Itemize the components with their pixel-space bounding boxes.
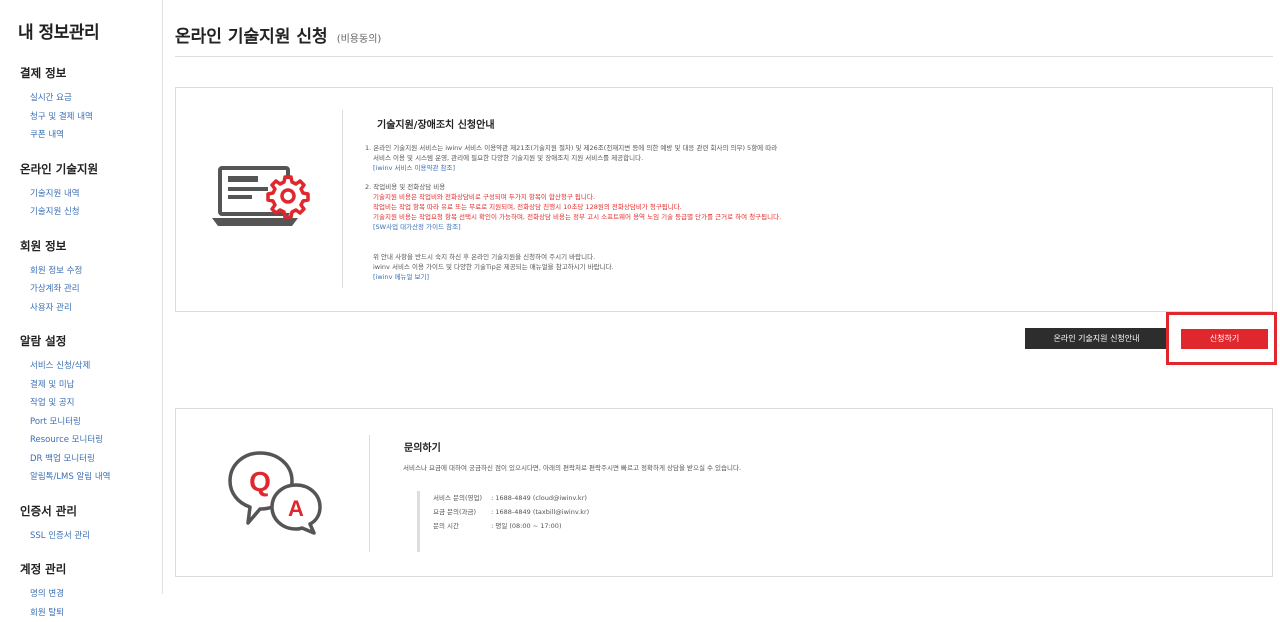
contact-description: 서비스나 요금에 대하여 궁금하신 점이 있으시다면, 아래의 편락처로 편락주… xyxy=(403,463,741,473)
sidebar-item-edit-member[interactable]: 회원 정보 수정 xyxy=(30,262,162,281)
sidebar-title: 내 정보관리 xyxy=(18,18,162,43)
info-text-line: iwinv 서비스 이용 가이드 및 다양한 기술Tip은 제공되는 매뉴얼을 … xyxy=(373,262,614,272)
contact-row: 문의 시간 : 평일 (08:00 ~ 17:00) xyxy=(433,519,717,533)
sidebar-item-service-alarm[interactable]: 서비스 신청/삭제 xyxy=(30,357,162,376)
apply-button[interactable]: 신청하기 xyxy=(1181,329,1268,349)
info-text-line: 서비스 이용 및 시스템 운영, 관리에 필요한 다양한 기술지원 및 장애조치… xyxy=(365,153,777,163)
sidebar-item-change-owner[interactable]: 명의 변경 xyxy=(30,585,162,604)
sidebar-item-virtual-account[interactable]: 가상계좌 관리 xyxy=(30,280,162,299)
info-paragraph-2: 2. 작업비용 및 전화상담 비용 기술지원 비용은 작업비와 전화상담비로 구… xyxy=(365,182,781,232)
sidebar-item-realtime-fee[interactable]: 실시간 요금 xyxy=(30,89,162,108)
sidebar-item-billing-history[interactable]: 청구 및 결제 내역 xyxy=(30,108,162,127)
page-header: 온라인 기술지원 신청 (비용동의) xyxy=(175,22,1273,57)
sidebar-heading: 온라인 기술지원 xyxy=(20,161,162,177)
info-red-line: 작업비는 작업 항목 따라 유료 또는 무료로 지원되며, 전화상담 진행시 1… xyxy=(365,202,781,212)
page-subtitle: (비용동의) xyxy=(337,30,382,45)
sidebar-item-coupons[interactable]: 쿠폰 내역 xyxy=(30,126,162,145)
panel-divider xyxy=(342,110,343,288)
sw-guide-link[interactable]: [SW사업 대가산정 가이드 참조] xyxy=(373,223,461,231)
sidebar-section-account: 계정 관리 명의 변경 회원 탈퇴 xyxy=(18,561,162,622)
sidebar-section-support: 온라인 기술지원 기술지원 내역 기술지원 신청 xyxy=(18,161,162,222)
contact-panel: Q A 문의하기 서비스나 요금에 대하여 궁금하신 점이 있으시다면, 아래의… xyxy=(175,408,1273,577)
info-text-line: 1. 온라인 기술지원 서비스는 iwinv 서비스 이용약관 제21조(기술지… xyxy=(365,143,777,153)
contact-title: 문의하기 xyxy=(404,439,441,454)
info-text-line: 위 안내 사항을 반드시 숙지 하신 후 온라인 기술지원을 신청하여 주시기 … xyxy=(373,252,614,262)
support-info-panel: 기술지원/장애조치 신청안내 1. 온라인 기술지원 서비스는 iwinv 서비… xyxy=(175,87,1273,312)
info-paragraph-1: 1. 온라인 기술지원 서비스는 iwinv 서비스 이용약관 제21조(기술지… xyxy=(365,143,777,173)
sidebar-heading: 알람 설정 xyxy=(20,333,162,349)
contact-value: : 평일 (08:00 ~ 17:00) xyxy=(491,522,561,530)
info-red-line: 기술지원 비용는 작업요청 항목 선택시 확인이 가능하며, 전화상담 비용는 … xyxy=(365,212,781,222)
sidebar-item-ssl[interactable]: SSL 인증서 관리 xyxy=(30,527,162,546)
info-text-line: 2. 작업비용 및 전화상담 비용 xyxy=(365,182,781,192)
sidebar-heading: 결제 정보 xyxy=(20,65,162,81)
qa-icon-a-letter: A xyxy=(288,496,304,521)
sidebar-heading: 계정 관리 xyxy=(20,561,162,577)
qa-bubbles-icon: Q A xyxy=(226,449,326,535)
contact-row: 서비스 문의(영업) : 1688-4849 (cloud@iwinv.kr) xyxy=(433,491,717,505)
sidebar-section-member: 회원 정보 회원 정보 수정 가상계좌 관리 사용자 관리 xyxy=(18,238,162,318)
info-paragraph-3: 위 안내 사항을 반드시 숙지 하신 후 온라인 기술지원을 신청하여 주시기 … xyxy=(373,252,614,282)
contact-row: 요금 문의(과금) : 1688-4849 (taxbill@iwinv.kr) xyxy=(433,505,717,519)
panel-divider xyxy=(369,435,370,552)
sidebar-item-dr-backup-monitoring[interactable]: DR 백업 모니터링 xyxy=(30,450,162,469)
qa-icon-q-letter: Q xyxy=(249,466,271,497)
contact-label: 요금 문의(과금) xyxy=(433,505,489,519)
contact-label: 서비스 문의(영업) xyxy=(433,491,489,505)
sidebar-item-support-apply[interactable]: 기술지원 신청 xyxy=(30,203,162,222)
contact-value: : 1688-4849 (taxbill@iwinv.kr) xyxy=(491,508,589,516)
sidebar-item-resource-monitoring[interactable]: Resource 모니터링 xyxy=(30,431,162,450)
support-guide-button[interactable]: 온라인 기술지원 신청안내 xyxy=(1025,328,1168,349)
sidebar-section-cert: 인증서 관리 SSL 인증서 관리 xyxy=(18,503,162,546)
sidebar-heading: 회원 정보 xyxy=(20,238,162,254)
main-content: 온라인 기술지원 신청 (비용동의) 기술지원/장애조치 신청안내 1. 온라인… xyxy=(163,0,1280,594)
sidebar-item-notice-alarm[interactable]: 작업 및 공지 xyxy=(30,394,162,413)
sidebar-item-payment-alarm[interactable]: 결제 및 미납 xyxy=(30,376,162,395)
sidebar-item-user-management[interactable]: 사용자 관리 xyxy=(30,299,162,318)
sidebar-heading: 인증서 관리 xyxy=(20,503,162,519)
sidebar-section-billing: 결제 정보 실시간 요금 청구 및 결제 내역 쿠폰 내역 xyxy=(18,65,162,145)
contact-label: 문의 시간 xyxy=(433,519,489,533)
sidebar: 내 정보관리 결제 정보 실시간 요금 청구 및 결제 내역 쿠폰 내역 온라인… xyxy=(0,0,163,594)
terms-link[interactable]: [iwinv 서비스 이용약관 참조] xyxy=(373,164,455,172)
info-title: 기술지원/장애조치 신청안내 xyxy=(377,116,495,131)
info-red-line: 기술지원 비용은 작업비와 전화상담비로 구성되며 두가지 항목이 합산청구 됩… xyxy=(365,192,781,202)
sidebar-section-alarm: 알람 설정 서비스 신청/삭제 결제 및 미납 작업 및 공지 Port 모니터… xyxy=(18,333,162,487)
manual-link[interactable]: [iwinv 메뉴얼 보기] xyxy=(373,273,429,281)
laptop-gear-icon xyxy=(212,158,316,234)
sidebar-item-port-monitoring[interactable]: Port 모니터링 xyxy=(30,413,162,432)
contact-value: : 1688-4849 (cloud@iwinv.kr) xyxy=(491,494,587,502)
sidebar-item-withdraw[interactable]: 회원 탈퇴 xyxy=(30,604,162,622)
page-title: 온라인 기술지원 신청 xyxy=(175,22,328,47)
sidebar-item-support-history[interactable]: 기술지원 내역 xyxy=(30,185,162,204)
contact-info-box: 서비스 문의(영업) : 1688-4849 (cloud@iwinv.kr) … xyxy=(417,491,717,552)
sidebar-item-alimtalk-history[interactable]: 알림톡/LMS 알림 내역 xyxy=(30,468,162,487)
